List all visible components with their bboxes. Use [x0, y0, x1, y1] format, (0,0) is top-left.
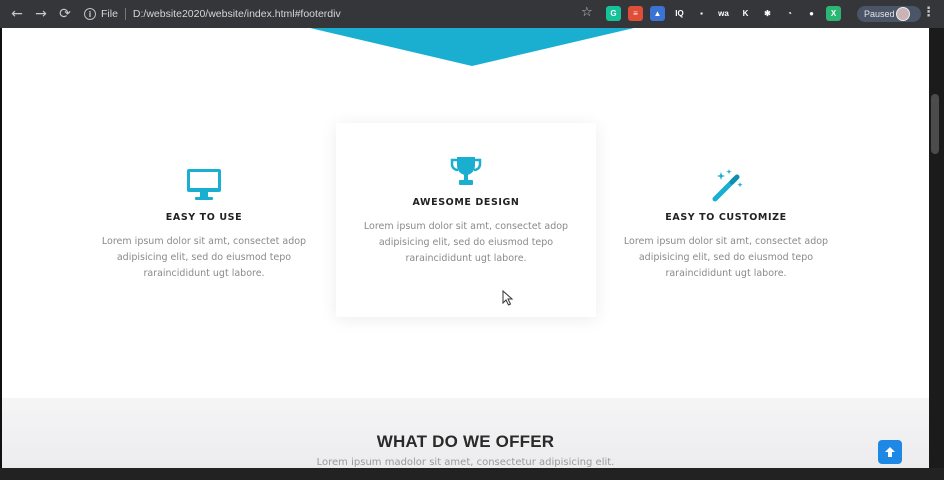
- menu-dots-icon[interactable]: ⋮: [922, 5, 935, 20]
- trophy-icon: [336, 155, 596, 187]
- address-separator: [124, 8, 126, 20]
- feature-card-awesome-design: AWESOME DESIGN Lorem ipsum dolor sit amt…: [336, 123, 596, 317]
- tag-extension-icon[interactable]: ▪: [694, 6, 709, 21]
- page-viewport: EASY TO USE Lorem ipsum dolor sit amt, c…: [2, 28, 929, 468]
- forward-arrow-icon[interactable]: →: [30, 3, 52, 25]
- x-extension-icon[interactable]: X: [826, 6, 841, 21]
- feature-title: AWESOME DESIGN: [412, 197, 520, 208]
- new-badge-extension-icon[interactable]: ▲: [650, 6, 665, 21]
- feature-description: Lorem ipsum dolor sit amt, consectet ado…: [101, 236, 307, 279]
- reload-icon[interactable]: ⟳: [54, 3, 76, 25]
- address-bar[interactable]: i File D:/website2020/website/index.html…: [76, 4, 606, 24]
- notes-extension-icon[interactable]: ≡: [628, 6, 643, 21]
- monitor-icon: [74, 168, 334, 202]
- feature-title: EASY TO USE: [165, 212, 243, 223]
- wa-extension-icon[interactable]: wa: [716, 6, 731, 21]
- dot-extension-icon[interactable]: ●: [804, 6, 819, 21]
- feature-description: Lorem ipsum dolor sit amt, consectet ado…: [623, 236, 829, 279]
- feature-description: Lorem ipsum dolor sit amt, consectet ado…: [363, 221, 569, 264]
- arrow-up-icon: [885, 447, 895, 457]
- timer-extension-icon[interactable]: ◔: [782, 6, 797, 21]
- grammarly-extension-icon[interactable]: G: [606, 6, 621, 21]
- chevron-polygon: [310, 28, 634, 66]
- info-icon[interactable]: i: [84, 8, 96, 20]
- k-extension-icon[interactable]: K: [738, 6, 753, 21]
- puzzle-extension-icon[interactable]: ✱: [760, 6, 775, 21]
- profile-status-badge[interactable]: Paused: [857, 6, 921, 22]
- avatar[interactable]: [896, 7, 910, 21]
- mouse-cursor-icon: [502, 290, 514, 306]
- bottom-edge: [0, 468, 944, 480]
- feature-card-easy-to-use: EASY TO USE Lorem ipsum dolor sit amt, c…: [74, 168, 334, 282]
- feature-title: EASY TO CUSTOMIZE: [665, 212, 787, 223]
- magic-wand-icon: [596, 168, 856, 202]
- section-heading: WHAT DO WE OFFER: [376, 432, 555, 451]
- back-arrow-icon[interactable]: ←: [6, 3, 28, 25]
- offer-section: WHAT DO WE OFFER Lorem ipsum madolor sit…: [2, 398, 929, 468]
- iq-extension-icon[interactable]: IQ: [672, 6, 687, 21]
- page-scrollbar[interactable]: [929, 28, 944, 468]
- scrollbar-thumb[interactable]: [931, 94, 939, 154]
- feature-card-easy-to-customize: EASY TO CUSTOMIZE Lorem ipsum dolor sit …: [596, 168, 856, 282]
- header-chevron-shape: [310, 28, 634, 66]
- protocol-label: File: [101, 8, 118, 20]
- extensions-bar: G ≡ ▲ IQ ▪ wa K ✱ ◔ ● X: [606, 6, 841, 21]
- url-text[interactable]: D:/website2020/website/index.html#footer…: [133, 8, 341, 20]
- bookmark-star-icon[interactable]: ☆: [581, 5, 593, 20]
- section-subheading: Lorem ipsum madolor sit amet, consectetu…: [316, 457, 615, 468]
- back-to-top-button[interactable]: [878, 440, 902, 464]
